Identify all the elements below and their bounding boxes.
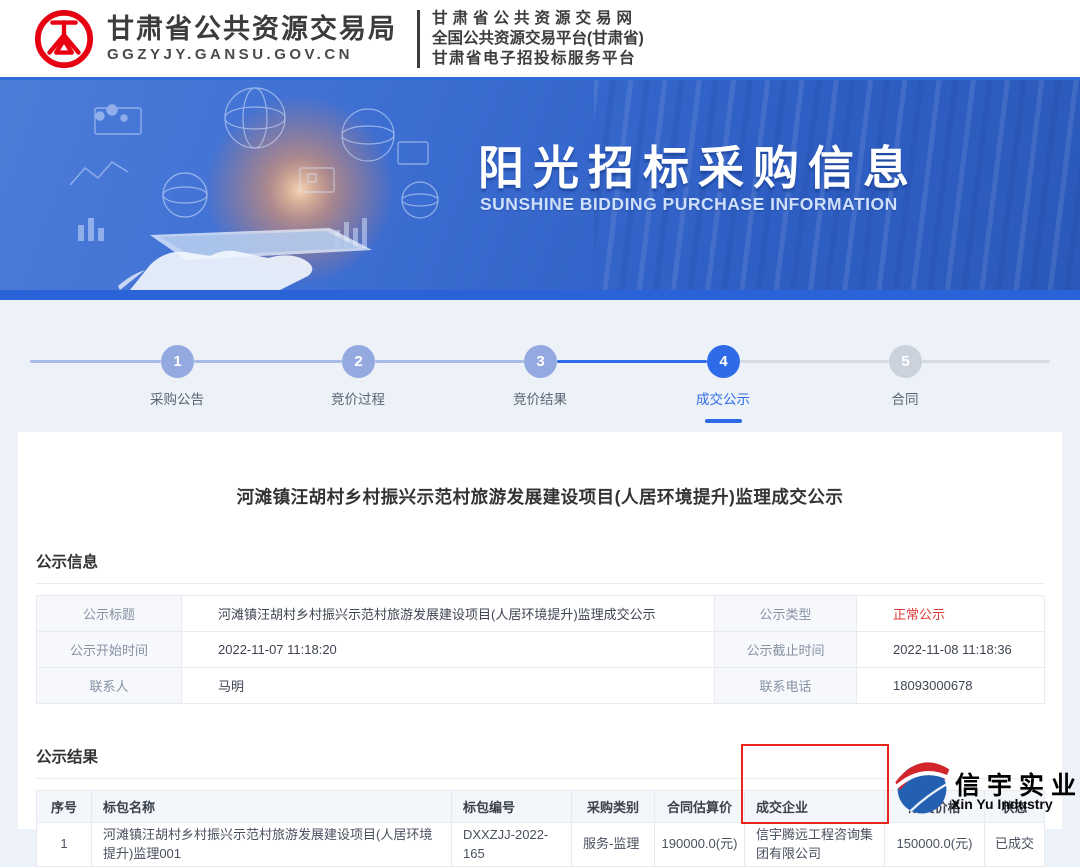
step-connector: [194, 360, 342, 363]
step-label-bidding-result[interactable]: 竞价结果: [513, 388, 567, 408]
result-winner-company: 信宇腾远工程咨询集团有限公司: [745, 823, 885, 867]
page-title: 河滩镇汪胡村乡村振兴示范村旅游发展建设项目(人居环境提升)监理成交公示: [36, 432, 1044, 509]
step-label-contract[interactable]: 合同: [892, 388, 919, 408]
org-name: 甘肃省公共资源交易局: [107, 13, 397, 45]
result-deal-price: 150000.0(元): [885, 823, 985, 867]
info-label: 联系人: [37, 668, 182, 704]
hero-banner: 阳光招标采购信息 SUNSHINE BIDDING PURCHASE INFOR…: [0, 80, 1080, 290]
step-label-bidding-process[interactable]: 竞价过程: [331, 388, 385, 408]
banner-subtitle: SUNSHINE BIDDING PURCHASE INFORMATION: [480, 194, 898, 215]
info-value-notice-type: 正常公示: [857, 596, 1045, 632]
platform-line: 甘肃省电子招投标服务平台: [432, 49, 644, 69]
active-step-underline: [705, 419, 742, 423]
section-divider: [36, 583, 1044, 584]
banner-title: 阳光招标采购信息: [478, 132, 918, 198]
result-package-name: 河滩镇汪胡村乡村振兴示范村旅游发展建设项目(人居环境提升)监理001: [92, 823, 452, 867]
col-header-winner: 成交企业: [745, 791, 885, 823]
step-connector: [30, 360, 161, 363]
step-connector: [740, 360, 889, 363]
col-header-package-name: 标包名称: [92, 791, 452, 823]
info-label: 联系电话: [715, 668, 857, 704]
section-title-notice-info: 公示信息: [36, 550, 1044, 572]
step-connector: [375, 360, 524, 363]
gansu-bureau-logo-icon[interactable]: [33, 8, 95, 70]
col-header-package-no: 标包编号: [452, 791, 572, 823]
result-estimate-price: 190000.0(元): [655, 823, 745, 867]
banner-bottom-strip: [0, 290, 1080, 300]
info-value-phone: 18093000678: [857, 668, 1045, 704]
platform-line: 甘肃省公共资源交易网: [432, 9, 644, 29]
step-circle-3[interactable]: 3: [524, 345, 557, 378]
step-circle-1[interactable]: 1: [161, 345, 194, 378]
xinyu-globe-icon: [893, 754, 951, 816]
banner-hand-hologram-art: [0, 80, 470, 290]
progress-steps: 1 2 3 4 5 采购公告 竞价过程 竞价结果 成交公示 合同: [0, 300, 1080, 432]
info-label: 公示类型: [715, 596, 857, 632]
step-connector: [557, 360, 707, 363]
info-label: 公示截止时间: [715, 632, 857, 668]
site-brand[interactable]: 甘肃省公共资源交易局 GGZYJY.GANSU.GOV.CN: [107, 13, 397, 65]
platform-line: 全国公共资源交易平台(甘肃省): [432, 29, 644, 49]
step-circle-4[interactable]: 4: [707, 345, 740, 378]
site-header: 甘肃省公共资源交易局 GGZYJY.GANSU.GOV.CN 甘肃省公共资源交易…: [0, 0, 1080, 80]
info-value-start-time: 2022-11-07 11:18:20: [182, 632, 715, 668]
notice-info-table: 公示标题 河滩镇汪胡村乡村振兴示范村旅游发展建设项目(人居环境提升)监理成交公示…: [36, 595, 1044, 704]
info-label: 公示开始时间: [37, 632, 182, 668]
result-package-no: DXXZJJ-2022-165: [452, 823, 572, 867]
step-circle-2[interactable]: 2: [342, 345, 375, 378]
result-seq: 1: [37, 823, 92, 867]
info-value-end-time: 2022-11-08 11:18:36: [857, 632, 1045, 668]
step-circle-5[interactable]: 5: [889, 345, 922, 378]
col-header-estimate-price: 合同估算价: [655, 791, 745, 823]
col-header-category: 采购类别: [572, 791, 655, 823]
org-url: GGZYJY.GANSU.GOV.CN: [107, 45, 397, 65]
step-label-procurement-notice[interactable]: 采购公告: [150, 388, 204, 408]
info-label: 公示标题: [37, 596, 182, 632]
platform-name-list: 甘肃省公共资源交易网 全国公共资源交易平台(甘肃省) 甘肃省电子招投标服务平台: [432, 9, 644, 69]
header-divider: [417, 10, 420, 68]
col-header-seq: 序号: [37, 791, 92, 823]
info-value-contact: 马明: [182, 668, 715, 704]
info-value-title: 河滩镇汪胡村乡村振兴示范村旅游发展建设项目(人居环境提升)监理成交公示: [182, 596, 715, 632]
result-status: 已成交: [985, 823, 1045, 867]
step-label-deal-publicity[interactable]: 成交公示: [696, 388, 750, 408]
result-category: 服务-监理: [572, 823, 655, 867]
step-connector: [922, 360, 1050, 363]
watermark-name-en: Xin Yu Industry: [951, 796, 1053, 812]
